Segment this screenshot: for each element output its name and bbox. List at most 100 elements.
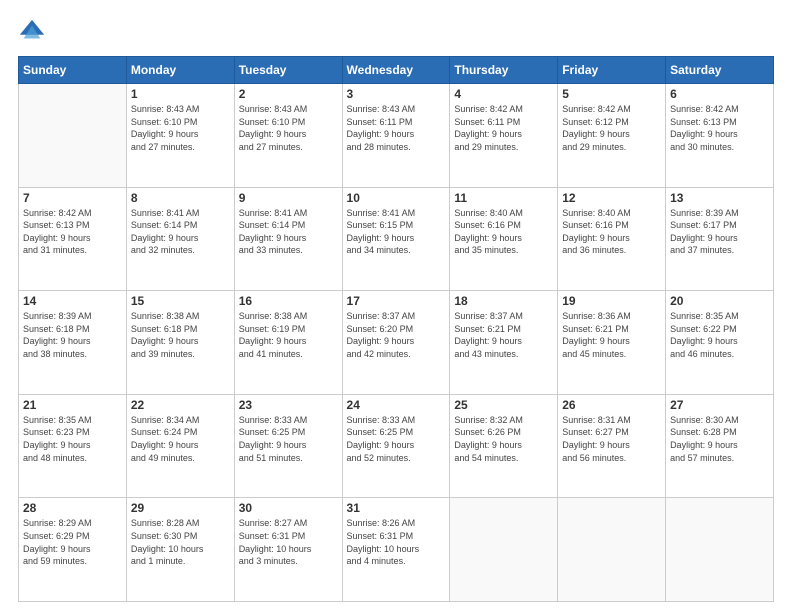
day-number: 24 [347,398,446,412]
calendar-cell: 26 Sunrise: 8:31 AM Sunset: 6:27 PM Dayli… [558,394,666,498]
day-number: 26 [562,398,661,412]
day-number: 31 [347,501,446,515]
calendar-cell: 12 Sunrise: 8:40 AM Sunset: 6:16 PM Dayli… [558,187,666,291]
day-number: 5 [562,87,661,101]
day-number: 11 [454,191,553,205]
calendar-week-1: 1 Sunrise: 8:43 AM Sunset: 6:10 PM Daylig… [19,84,774,188]
day-number: 13 [670,191,769,205]
day-number: 2 [239,87,338,101]
day-number: 1 [131,87,230,101]
day-number: 7 [23,191,122,205]
calendar-cell: 6 Sunrise: 8:42 AM Sunset: 6:13 PM Daylig… [666,84,774,188]
calendar-cell [558,498,666,602]
calendar-week-4: 21Sunrise: 8:35 AM Sunset: 6:23 PM Dayli… [19,394,774,498]
calendar-header-row: SundayMondayTuesdayWednesdayThursdayFrid… [19,57,774,84]
calendar-cell: 4Sunrise: 8:42 AM Sunset: 6:11 PM Daylig… [450,84,558,188]
calendar-cell: 20 Sunrise: 8:35 AM Sunset: 6:22 PM Dayli… [666,291,774,395]
day-info: Sunrise: 8:37 AM Sunset: 6:21 PM Dayligh… [454,310,553,360]
day-info: Sunrise: 8:40 AM Sunset: 6:16 PM Dayligh… [454,207,553,257]
calendar-cell [19,84,127,188]
day-info: Sunrise: 8:41 AM Sunset: 6:15 PM Dayligh… [347,207,446,257]
calendar-week-2: 7 Sunrise: 8:42 AM Sunset: 6:13 PM Daylig… [19,187,774,291]
day-number: 14 [23,294,122,308]
day-number: 22 [131,398,230,412]
day-info: Sunrise: 8:42 AM Sunset: 6:13 PM Dayligh… [23,207,122,257]
day-number: 23 [239,398,338,412]
day-number: 20 [670,294,769,308]
day-number: 18 [454,294,553,308]
calendar-cell: 29 Sunrise: 8:28 AM Sunset: 6:30 PM Dayli… [126,498,234,602]
day-number: 30 [239,501,338,515]
calendar-cell: 16 Sunrise: 8:38 AM Sunset: 6:19 PM Dayli… [234,291,342,395]
day-number: 17 [347,294,446,308]
calendar-cell: 13Sunrise: 8:39 AM Sunset: 6:17 PM Dayli… [666,187,774,291]
header [18,18,774,46]
day-number: 27 [670,398,769,412]
day-info: Sunrise: 8:30 AM Sunset: 6:28 PM Dayligh… [670,414,769,464]
day-info: Sunrise: 8:41 AM Sunset: 6:14 PM Dayligh… [131,207,230,257]
day-info: Sunrise: 8:26 AM Sunset: 6:31 PM Dayligh… [347,517,446,567]
day-info: Sunrise: 8:33 AM Sunset: 6:25 PM Dayligh… [347,414,446,464]
calendar-cell: 30 Sunrise: 8:27 AM Sunset: 6:31 PM Dayli… [234,498,342,602]
day-number: 8 [131,191,230,205]
day-info: Sunrise: 8:34 AM Sunset: 6:24 PM Dayligh… [131,414,230,464]
day-info: Sunrise: 8:43 AM Sunset: 6:10 PM Dayligh… [239,103,338,153]
day-number: 9 [239,191,338,205]
day-info: Sunrise: 8:39 AM Sunset: 6:18 PM Dayligh… [23,310,122,360]
calendar-cell: 11 Sunrise: 8:40 AM Sunset: 6:16 PM Dayli… [450,187,558,291]
calendar-cell: 27 Sunrise: 8:30 AM Sunset: 6:28 PM Dayli… [666,394,774,498]
calendar-cell [450,498,558,602]
calendar-cell: 22 Sunrise: 8:34 AM Sunset: 6:24 PM Dayli… [126,394,234,498]
day-info: Sunrise: 8:41 AM Sunset: 6:14 PM Dayligh… [239,207,338,257]
calendar-cell: 3Sunrise: 8:43 AM Sunset: 6:11 PM Daylig… [342,84,450,188]
calendar-header-friday: Friday [558,57,666,84]
day-number: 29 [131,501,230,515]
calendar-cell: 10 Sunrise: 8:41 AM Sunset: 6:15 PM Dayli… [342,187,450,291]
calendar-cell: 28Sunrise: 8:29 AM Sunset: 6:29 PM Dayli… [19,498,127,602]
day-number: 12 [562,191,661,205]
day-number: 3 [347,87,446,101]
day-number: 21 [23,398,122,412]
calendar-cell: 18 Sunrise: 8:37 AM Sunset: 6:21 PM Dayli… [450,291,558,395]
calendar-cell: 17 Sunrise: 8:37 AM Sunset: 6:20 PM Dayli… [342,291,450,395]
calendar-cell: 1Sunrise: 8:43 AM Sunset: 6:10 PM Daylig… [126,84,234,188]
calendar-cell: 19 Sunrise: 8:36 AM Sunset: 6:21 PM Dayli… [558,291,666,395]
page: SundayMondayTuesdayWednesdayThursdayFrid… [0,0,792,612]
day-info: Sunrise: 8:35 AM Sunset: 6:22 PM Dayligh… [670,310,769,360]
calendar-cell: 23 Sunrise: 8:33 AM Sunset: 6:25 PM Dayli… [234,394,342,498]
day-info: Sunrise: 8:42 AM Sunset: 6:13 PM Dayligh… [670,103,769,153]
day-info: Sunrise: 8:38 AM Sunset: 6:18 PM Dayligh… [131,310,230,360]
day-info: Sunrise: 8:27 AM Sunset: 6:31 PM Dayligh… [239,517,338,567]
day-number: 16 [239,294,338,308]
day-info: Sunrise: 8:42 AM Sunset: 6:11 PM Dayligh… [454,103,553,153]
day-info: Sunrise: 8:38 AM Sunset: 6:19 PM Dayligh… [239,310,338,360]
day-number: 25 [454,398,553,412]
day-number: 15 [131,294,230,308]
logo-icon [18,18,46,46]
calendar-cell: 15 Sunrise: 8:38 AM Sunset: 6:18 PM Dayli… [126,291,234,395]
calendar-cell: 7 Sunrise: 8:42 AM Sunset: 6:13 PM Daylig… [19,187,127,291]
calendar-cell: 31 Sunrise: 8:26 AM Sunset: 6:31 PM Dayli… [342,498,450,602]
calendar-cell [666,498,774,602]
calendar-cell: 9 Sunrise: 8:41 AM Sunset: 6:14 PM Daylig… [234,187,342,291]
day-info: Sunrise: 8:37 AM Sunset: 6:20 PM Dayligh… [347,310,446,360]
day-info: Sunrise: 8:31 AM Sunset: 6:27 PM Dayligh… [562,414,661,464]
day-number: 19 [562,294,661,308]
calendar-cell: 14 Sunrise: 8:39 AM Sunset: 6:18 PM Dayli… [19,291,127,395]
calendar-header-thursday: Thursday [450,57,558,84]
day-info: Sunrise: 8:36 AM Sunset: 6:21 PM Dayligh… [562,310,661,360]
day-info: Sunrise: 8:28 AM Sunset: 6:30 PM Dayligh… [131,517,230,567]
calendar-cell: 2 Sunrise: 8:43 AM Sunset: 6:10 PM Daylig… [234,84,342,188]
calendar-header-tuesday: Tuesday [234,57,342,84]
day-number: 6 [670,87,769,101]
calendar-header-sunday: Sunday [19,57,127,84]
logo [18,18,50,46]
day-info: Sunrise: 8:40 AM Sunset: 6:16 PM Dayligh… [562,207,661,257]
day-number: 10 [347,191,446,205]
day-info: Sunrise: 8:42 AM Sunset: 6:12 PM Dayligh… [562,103,661,153]
calendar-week-3: 14 Sunrise: 8:39 AM Sunset: 6:18 PM Dayli… [19,291,774,395]
calendar-cell: 5 Sunrise: 8:42 AM Sunset: 6:12 PM Daylig… [558,84,666,188]
day-info: Sunrise: 8:33 AM Sunset: 6:25 PM Dayligh… [239,414,338,464]
calendar-cell: 24 Sunrise: 8:33 AM Sunset: 6:25 PM Dayli… [342,394,450,498]
calendar-header-saturday: Saturday [666,57,774,84]
